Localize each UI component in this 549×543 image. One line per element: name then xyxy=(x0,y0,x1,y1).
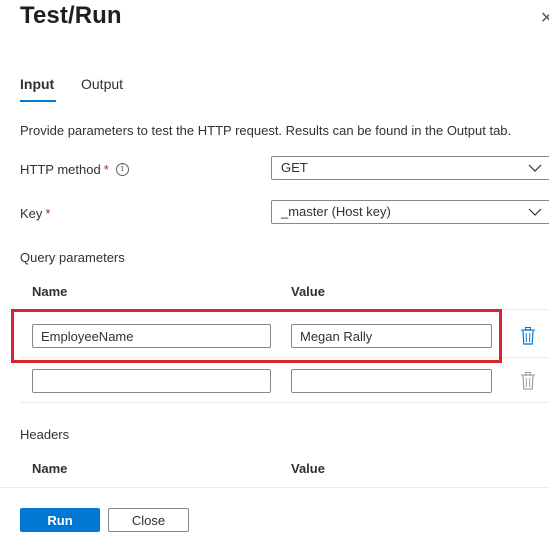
active-tab-indicator xyxy=(20,100,56,102)
panel-title: Test/Run xyxy=(20,2,122,29)
http-method-dropdown[interactable]: GET xyxy=(271,156,549,180)
headers-label: Headers xyxy=(20,427,70,442)
required-mark: * xyxy=(103,162,109,177)
http-method-value: GET xyxy=(281,160,308,175)
close-button[interactable]: Close xyxy=(108,508,189,532)
query-param-name-input[interactable] xyxy=(32,369,271,393)
run-button[interactable]: Run xyxy=(20,508,100,532)
tab-output[interactable]: Output xyxy=(81,76,123,92)
key-label-text: Key xyxy=(20,206,43,221)
query-parameters-label: Query parameters xyxy=(20,250,125,265)
query-param-value-input[interactable] xyxy=(291,369,492,393)
info-icon[interactable]: i xyxy=(115,163,129,176)
highlight-annotation xyxy=(11,309,502,363)
query-value-column-header: Value xyxy=(291,284,325,299)
chevron-down-icon xyxy=(528,164,542,172)
trash-icon[interactable] xyxy=(520,327,536,345)
query-name-column-header: Name xyxy=(32,284,68,299)
tab-input[interactable]: Input xyxy=(20,76,54,92)
key-dropdown[interactable]: _master (Host key) xyxy=(271,200,549,224)
required-mark: * xyxy=(45,206,51,221)
test-run-panel: Test/Run ✕ Input Output Provide paramete… xyxy=(0,0,549,543)
headers-value-column-header: Value xyxy=(291,461,325,476)
close-icon[interactable]: ✕ xyxy=(540,8,549,28)
description-text: Provide parameters to test the HTTP requ… xyxy=(20,123,512,138)
divider xyxy=(20,402,549,403)
key-value: _master (Host key) xyxy=(281,204,391,219)
trash-icon[interactable] xyxy=(520,372,536,390)
headers-name-column-header: Name xyxy=(32,461,68,476)
footer-divider xyxy=(0,487,549,488)
http-method-label-text: HTTP method xyxy=(20,162,101,177)
http-method-label: HTTP method * i xyxy=(20,162,129,177)
key-label: Key * xyxy=(20,206,50,221)
chevron-down-icon xyxy=(528,208,542,216)
